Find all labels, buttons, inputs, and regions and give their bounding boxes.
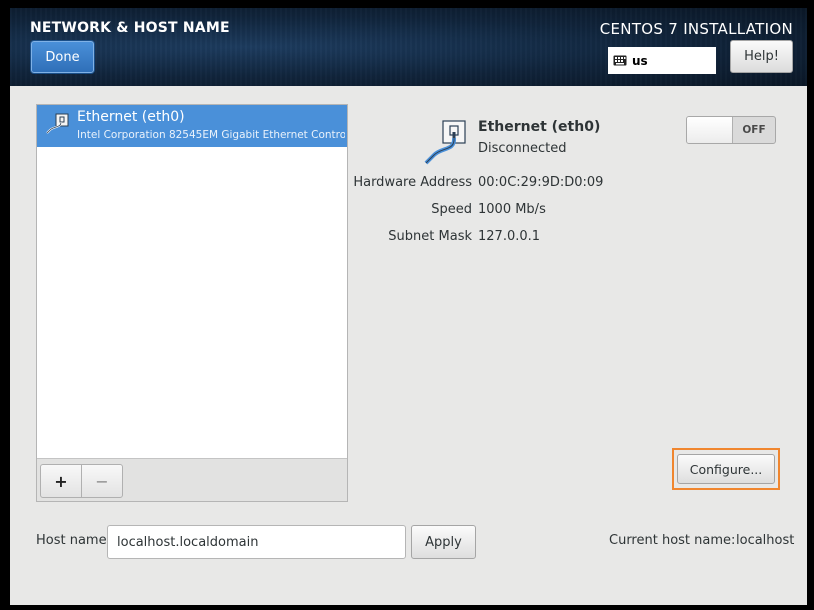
ethernet-cable-icon xyxy=(46,113,69,134)
device-list-item-eth0[interactable]: Ethernet (eth0) Intel Corporation 82545E… xyxy=(37,105,347,147)
keyboard-layout-indicator[interactable]: us xyxy=(608,47,716,74)
keyboard-layout-label: us xyxy=(632,53,648,68)
host-name-input[interactable] xyxy=(107,525,406,559)
device-list: Ethernet (eth0) Intel Corporation 82545E… xyxy=(36,104,348,502)
device-description: Intel Corporation 82545EM Gigabit Ethern… xyxy=(77,129,345,141)
apply-button[interactable]: Apply xyxy=(411,525,476,559)
device-detail-name: Ethernet (eth0) xyxy=(478,119,601,135)
keyboard-icon xyxy=(613,55,627,66)
current-host-name-value: localhost xyxy=(736,533,795,548)
subnet-mask-label: Subnet Mask xyxy=(388,229,472,244)
add-device-button[interactable]: + xyxy=(40,464,82,498)
spoke-title: NETWORK & HOST NAME xyxy=(30,20,230,36)
remove-device-button[interactable]: − xyxy=(81,464,123,498)
hardware-address-value: 00:0C:29:9D:D0:09 xyxy=(478,175,604,190)
host-name-label: Host name: xyxy=(36,533,111,548)
hardware-address-label: Hardware Address xyxy=(353,175,472,190)
device-list-toolbar: + − xyxy=(37,458,347,501)
device-on-off-switch[interactable]: OFF xyxy=(686,116,776,144)
done-button[interactable]: Done xyxy=(31,41,94,73)
device-status: Disconnected xyxy=(478,141,567,156)
ethernet-cable-icon xyxy=(424,120,466,165)
product-title: CENTOS 7 INSTALLATION xyxy=(599,20,793,38)
help-button[interactable]: Help! xyxy=(730,40,793,73)
subnet-mask-value: 127.0.0.1 xyxy=(478,229,541,244)
speed-value: 1000 Mb/s xyxy=(478,202,546,217)
switch-knob xyxy=(687,117,733,143)
speed-label: Speed xyxy=(431,202,472,217)
spoke-header: NETWORK & HOST NAME Done CENTOS 7 INSTAL… xyxy=(10,8,807,86)
device-name: Ethernet (eth0) xyxy=(77,109,185,125)
current-host-name-label: Current host name: xyxy=(609,533,736,548)
switch-state-label: OFF xyxy=(742,124,766,136)
configure-button[interactable]: Configure... xyxy=(677,454,775,484)
anaconda-window: NETWORK & HOST NAME Done CENTOS 7 INSTAL… xyxy=(10,8,807,605)
